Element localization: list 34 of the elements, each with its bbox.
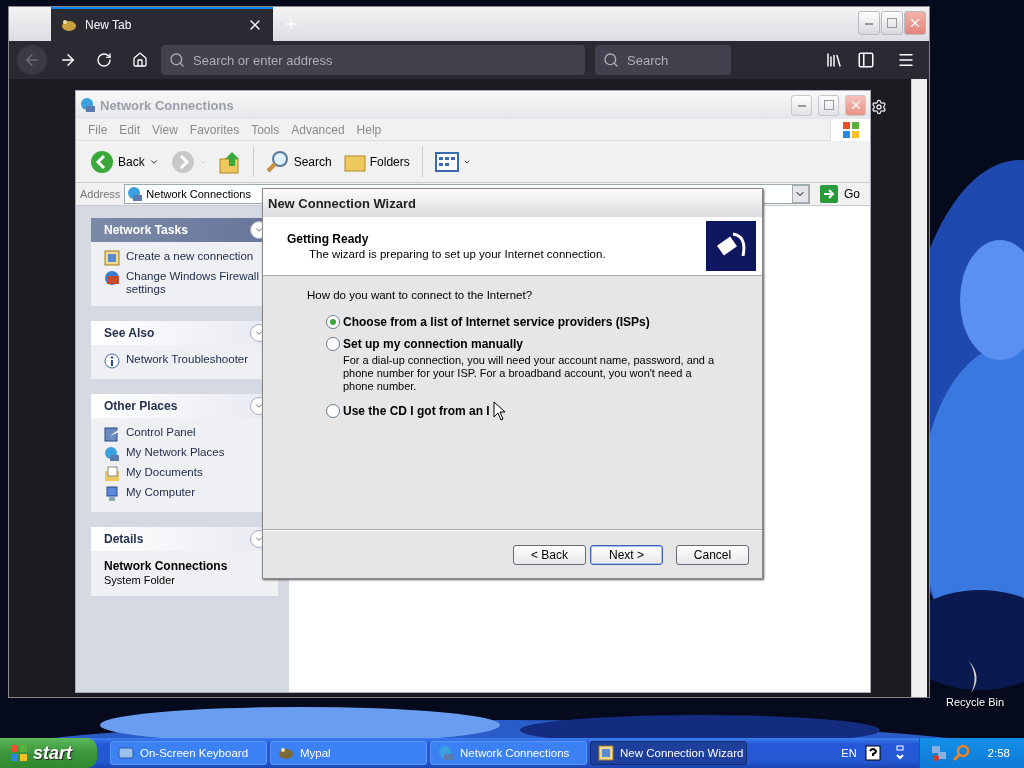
radio-option[interactable]: Use the CD I got from an I [326, 401, 742, 421]
panel-title: Other Places [104, 399, 178, 413]
details-type: System Folder [104, 574, 176, 586]
start-button[interactable]: start [0, 738, 97, 768]
radio-option[interactable]: Choose from a list of Internet service providers (ISPs) [326, 315, 742, 329]
search-field[interactable]: Search [595, 45, 731, 75]
panel-title: Details [104, 532, 144, 546]
dialog-button[interactable]: < Back [513, 544, 586, 565]
wizard-subheading: The wizard is preparing to set up your Internet connection. [308, 248, 607, 260]
radio-option[interactable]: Set up my connection manually [326, 337, 742, 351]
window-title: Network Connections [100, 97, 235, 113]
search-button[interactable]: Search [261, 147, 336, 176]
browser-tab[interactable]: New Tab [51, 7, 273, 41]
dialog-title: New Connection Wizard [268, 195, 416, 211]
panel-title: See Also [104, 326, 155, 340]
option-description: For a dial-up connection, you will need your account name, password, and a phone number for your ISP. For a broadband account, you won't need a phone number. [342, 354, 716, 393]
address-label: Address [80, 188, 121, 200]
panel-title: Network Tasks [104, 223, 188, 237]
dialog-button[interactable]: Next > [590, 544, 663, 565]
desktop-icon-label: Recycle Bin [945, 696, 1005, 708]
back-button[interactable]: Back [86, 147, 163, 176]
wizard-heading: Getting Ready [287, 232, 370, 246]
go-button[interactable]: Go [814, 185, 866, 203]
details-name: Network Connections [104, 559, 229, 573]
taskbar-button[interactable]: New Connection Wizard [590, 741, 747, 765]
taskbar-button[interactable]: On-Screen Keyboard [110, 741, 267, 765]
question-text: How do you want to connect to the Internet? [307, 289, 534, 301]
taskbar-button[interactable]: Mypal [270, 741, 427, 765]
language-indicator[interactable]: EN [841, 747, 857, 759]
address-field[interactable]: Search or enter address [161, 45, 585, 75]
taskbar-button[interactable]: Network Connections [430, 741, 587, 765]
dialog-button[interactable]: Cancel [676, 544, 749, 565]
clock: 2:58 [987, 747, 1010, 759]
folders-button[interactable]: Folders [339, 149, 414, 174]
